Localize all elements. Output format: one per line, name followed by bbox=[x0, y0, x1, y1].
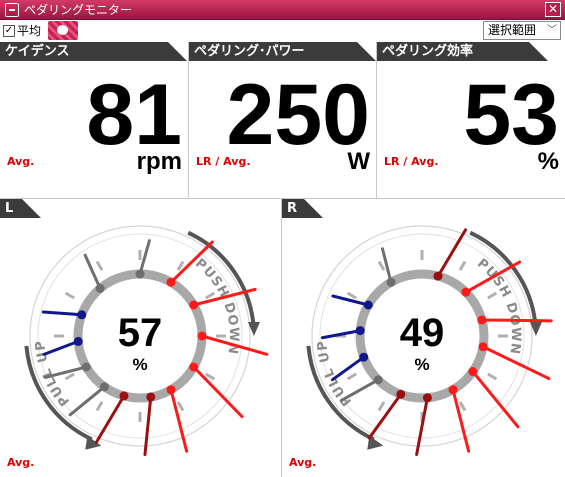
brand-logo-icon bbox=[48, 21, 78, 40]
gauge-value: 57 bbox=[118, 311, 163, 355]
right-gauge-tag: R bbox=[282, 199, 323, 218]
efficiency-header: ペダリング効率 bbox=[377, 42, 548, 61]
force-vector-head bbox=[166, 385, 176, 395]
power-value: 250 bbox=[226, 67, 371, 163]
efficiency-unit: % bbox=[537, 148, 559, 175]
force-vector bbox=[451, 388, 471, 453]
right-gauge-panel: PULL UPPUSH DOWN49% R Avg. bbox=[282, 198, 565, 477]
gauge-tick bbox=[95, 260, 104, 271]
left-pedal-gauge: PULL UPPUSH DOWN57% bbox=[24, 225, 269, 457]
average-checkbox[interactable]: ✓ bbox=[3, 25, 15, 37]
gauge-unit: % bbox=[414, 355, 429, 374]
power-title: ペダリング･パワー bbox=[194, 44, 305, 59]
gauge-tick bbox=[377, 260, 386, 271]
efficiency-avg-label: LR / Avg. bbox=[384, 155, 439, 168]
gauge-tick bbox=[205, 372, 216, 381]
force-vector bbox=[83, 253, 102, 291]
gauge-tick bbox=[487, 291, 498, 300]
force-vector-head bbox=[386, 277, 396, 287]
gauge-tick bbox=[458, 401, 467, 412]
cadence-panel: ケイデンス 81 rpm Avg. bbox=[0, 42, 189, 198]
force-vector bbox=[169, 388, 189, 453]
force-vector-head bbox=[396, 389, 406, 399]
left-gauge-side: L bbox=[5, 201, 14, 216]
gauge-tick bbox=[95, 401, 104, 412]
right-gauge-avg-label: Avg. bbox=[289, 456, 317, 469]
force-vector-head bbox=[119, 391, 129, 401]
force-vector bbox=[331, 294, 370, 307]
cadence-avg-label: Avg. bbox=[7, 155, 35, 168]
right-pedal-gauge: PULL UPPUSH DOWN49% bbox=[306, 225, 553, 456]
left-gauge-panel: PULL UP PUSH DOWN 57% L Avg. bbox=[0, 198, 281, 477]
force-vector-head bbox=[135, 269, 145, 279]
force-vector-head bbox=[422, 393, 432, 403]
gauge-tick bbox=[176, 401, 185, 412]
left-gauge-tag: L bbox=[0, 199, 41, 218]
force-vector-head bbox=[95, 284, 105, 294]
force-vector bbox=[42, 339, 80, 356]
gauge-tick bbox=[64, 291, 75, 300]
force-vector-head bbox=[477, 315, 487, 325]
force-vector-head bbox=[73, 336, 83, 346]
gauge-tick bbox=[346, 372, 357, 381]
gauge-tick bbox=[176, 260, 185, 271]
power-unit: W bbox=[347, 148, 370, 175]
force-vector-head bbox=[81, 362, 91, 372]
title-bar: ペダリングモニター ✕ bbox=[0, 0, 565, 20]
force-vector-head bbox=[448, 385, 458, 395]
force-vector bbox=[41, 310, 84, 317]
force-vector-head bbox=[166, 277, 176, 287]
force-vector-head bbox=[461, 287, 471, 297]
gauge-tick bbox=[346, 291, 357, 300]
force-vector-head bbox=[433, 271, 443, 281]
right-gauge-side: R bbox=[287, 201, 298, 216]
window-title: ペダリングモニター bbox=[24, 3, 133, 17]
average-checkbox-label[interactable]: 平均 bbox=[17, 23, 41, 39]
force-vector-head bbox=[189, 362, 199, 372]
range-select-value: 選択範囲 bbox=[488, 23, 537, 37]
force-vector-head bbox=[99, 382, 109, 392]
efficiency-value: 53 bbox=[463, 67, 559, 163]
gauge-value: 49 bbox=[400, 311, 445, 355]
power-panel: ペダリング･パワー 250 W LR / Avg. bbox=[189, 42, 377, 198]
force-vector-head bbox=[77, 310, 87, 320]
force-vector bbox=[380, 247, 393, 284]
toolbar: ✓ 平均 選択範囲 ﹀ bbox=[0, 20, 565, 42]
power-header: ペダリング･パワー bbox=[189, 42, 376, 61]
cadence-title: ケイデンス bbox=[5, 44, 70, 59]
force-vector-head bbox=[363, 300, 373, 310]
force-vector-head bbox=[468, 367, 478, 377]
left-gauge-avg-label: Avg. bbox=[7, 456, 35, 469]
force-vector-head bbox=[146, 392, 156, 402]
gauge-tick bbox=[487, 372, 498, 381]
force-vector bbox=[68, 385, 106, 417]
efficiency-title: ペダリング効率 bbox=[382, 44, 474, 59]
cadence-value: 81 bbox=[86, 67, 182, 163]
close-button[interactable]: ✕ bbox=[545, 2, 561, 17]
force-vector-head bbox=[359, 352, 369, 362]
force-vector-head bbox=[189, 300, 199, 310]
range-select[interactable]: 選択範囲 ﹀ bbox=[483, 21, 561, 40]
power-avg-label: LR / Avg. bbox=[196, 155, 251, 168]
gauge-tick bbox=[377, 401, 386, 412]
chevron-down-icon: ﹀ bbox=[547, 25, 557, 36]
gauge-tick bbox=[205, 291, 216, 300]
cadence-header: ケイデンス bbox=[0, 42, 187, 61]
pull-up-label: PULL UP bbox=[315, 339, 355, 408]
gauge-tick bbox=[64, 372, 75, 381]
gauge-unit: % bbox=[132, 355, 147, 374]
close-icon: ✕ bbox=[547, 2, 559, 16]
force-vector-head bbox=[373, 375, 383, 385]
cadence-unit: rpm bbox=[136, 148, 182, 175]
force-vector-head bbox=[478, 342, 488, 352]
efficiency-panel: ペダリング効率 53 % LR / Avg. bbox=[377, 42, 565, 198]
force-vector bbox=[480, 318, 553, 323]
force-vector-head bbox=[197, 331, 207, 341]
force-vector bbox=[330, 355, 366, 382]
gauge-tick bbox=[458, 260, 467, 271]
force-vector-head bbox=[355, 326, 365, 336]
app-icon bbox=[5, 3, 19, 17]
